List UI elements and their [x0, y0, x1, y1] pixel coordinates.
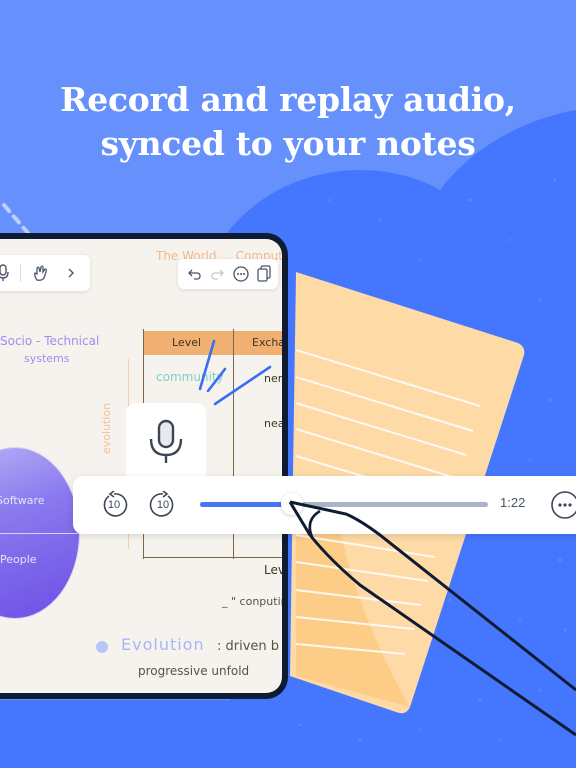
note-people: People	[0, 553, 37, 566]
toolbar-divider	[20, 264, 21, 282]
note-computing: _ " conputin	[222, 595, 282, 608]
undo-icon[interactable]	[188, 267, 202, 281]
note-socio-technical: Socio - Technical	[0, 334, 100, 348]
left-toolbar	[0, 255, 90, 291]
rewind-label: 10	[107, 499, 121, 511]
chevron-right-icon[interactable]	[66, 267, 76, 279]
forward-10-button[interactable]: 10	[149, 490, 177, 519]
redo-icon[interactable]	[210, 267, 224, 281]
audio-player: 10 10 1:22	[73, 476, 576, 534]
playback-scrubber-thumb[interactable]	[281, 493, 304, 515]
rewind-10-button[interactable]: 10	[100, 490, 128, 519]
copy-pages-icon[interactable]	[256, 264, 272, 284]
more-icon[interactable]	[232, 265, 250, 283]
note-systems: systems	[24, 352, 70, 365]
microphone-icon[interactable]	[0, 264, 10, 282]
more-icon[interactable]	[550, 490, 576, 520]
playback-time: 1:22	[500, 495, 526, 510]
sphere-divider	[0, 533, 79, 534]
hand-pointer-icon[interactable]	[32, 264, 50, 282]
playback-progress-fill	[200, 502, 293, 507]
note-evolution-text: : driven b	[217, 639, 280, 654]
right-toolbar	[178, 259, 278, 289]
note-software: Software	[0, 494, 45, 507]
microphone-icon[interactable]	[148, 419, 184, 465]
playback-progress-slider[interactable]	[200, 493, 488, 515]
table-line	[143, 557, 282, 558]
note-progressive: progressive unfold	[138, 664, 250, 678]
sphere-illustration	[0, 447, 80, 619]
note-level: Lev	[264, 563, 282, 577]
note-evolution-vertical: evolution	[100, 402, 113, 454]
record-audio-card	[126, 403, 206, 483]
bullet-dot	[96, 641, 108, 653]
forward-label: 10	[156, 499, 170, 511]
note-evolution-heading: Evolution	[121, 635, 205, 654]
